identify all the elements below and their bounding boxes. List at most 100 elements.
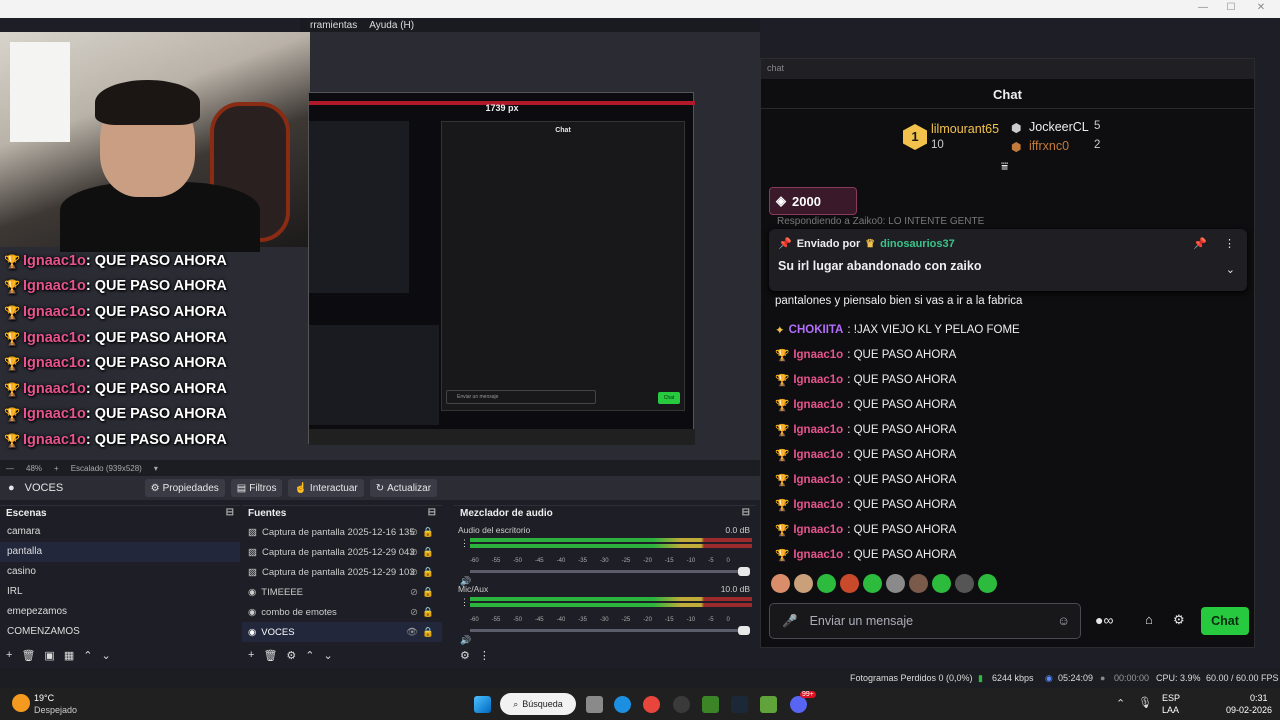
eye-hidden-icon[interactable]: ⊘ bbox=[410, 527, 418, 538]
emote-icon[interactable] bbox=[794, 574, 813, 593]
chat-nick[interactable]: CHOKIITA bbox=[789, 324, 844, 336]
lock-icon[interactable]: 🔒 bbox=[422, 627, 434, 638]
move-down-icon[interactable]: ⌄ bbox=[101, 649, 110, 662]
preview-canvas[interactable]: 1739 px Chat Enviar un mensaje Chat 🏆 Ign… bbox=[0, 32, 760, 460]
eye-hidden-icon[interactable]: ⊘ bbox=[410, 567, 418, 578]
emote-icon[interactable] bbox=[978, 574, 997, 593]
more-icon[interactable]: ⋮ bbox=[1224, 237, 1235, 250]
input-language[interactable]: ESP bbox=[1162, 693, 1180, 703]
chrome-icon[interactable] bbox=[643, 696, 660, 713]
windows-start-icon[interactable] bbox=[474, 696, 491, 713]
gear-icon[interactable]: ⚙ bbox=[1173, 612, 1185, 628]
emote-icon[interactable] bbox=[886, 574, 905, 593]
scene-item[interactable]: emepezamos bbox=[0, 602, 240, 622]
emote-icon[interactable] bbox=[863, 574, 882, 593]
add-icon[interactable]: + bbox=[248, 649, 254, 661]
lock-icon[interactable]: 🔒 bbox=[422, 587, 434, 598]
keyboard-layout[interactable]: LAA bbox=[1162, 705, 1179, 715]
chat-nick[interactable]: Ignaac1o bbox=[793, 424, 843, 436]
chat-nick[interactable]: Ignaac1o bbox=[793, 399, 843, 411]
trash-icon[interactable]: 🗑 bbox=[263, 649, 277, 662]
trash-icon[interactable]: 🗑 bbox=[21, 649, 35, 662]
steam-icon[interactable] bbox=[731, 696, 748, 713]
scene-item[interactable]: COMENZAMOS bbox=[0, 622, 240, 642]
emote-icon[interactable] bbox=[771, 574, 790, 593]
volume-slider[interactable] bbox=[470, 626, 750, 635]
scene-item[interactable]: IRL bbox=[0, 582, 240, 602]
emote-icon[interactable] bbox=[932, 574, 951, 593]
move-up-icon[interactable]: ⌃ bbox=[83, 649, 92, 662]
obs-icon[interactable] bbox=[673, 696, 690, 713]
zoom-in-icon[interactable]: + bbox=[54, 464, 59, 473]
emote-icon[interactable] bbox=[955, 574, 974, 593]
xbox-icon[interactable] bbox=[702, 696, 719, 713]
menu-help[interactable]: Ayuda (H) bbox=[369, 20, 414, 31]
mic-icon[interactable]: 🎤 bbox=[782, 614, 798, 629]
task-view-icon[interactable] bbox=[586, 696, 603, 713]
chat-nick[interactable]: Ignaac1o bbox=[793, 449, 843, 461]
menu-tools[interactable]: rramientas bbox=[310, 20, 357, 31]
chat-nick[interactable]: Ignaac1o bbox=[793, 349, 843, 361]
channel-menu-icon[interactable]: ⋮ bbox=[460, 538, 469, 549]
dock-menu-icon[interactable]: ⊟ bbox=[226, 507, 234, 518]
filters-button[interactable]: ▤ Filtros bbox=[230, 479, 283, 497]
lock-icon[interactable]: 🔒 bbox=[422, 567, 434, 578]
move-down-icon[interactable]: ⌄ bbox=[324, 649, 333, 662]
chat-nick[interactable]: Ignaac1o bbox=[793, 549, 843, 561]
source-item[interactable]: ◉ VOCES 👁 🔒 bbox=[242, 622, 442, 642]
discord-icon[interactable] bbox=[790, 696, 807, 713]
more-icon[interactable]: ⋮ bbox=[479, 649, 490, 662]
properties-button[interactable]: ⚙ Propiedades bbox=[144, 479, 225, 497]
lock-icon[interactable]: 🔒 bbox=[422, 607, 434, 618]
channel-menu-icon[interactable]: ⋮ bbox=[460, 597, 469, 608]
dock-menu-icon[interactable]: ⊟ bbox=[428, 507, 436, 518]
emote-icon[interactable] bbox=[840, 574, 859, 593]
scene-item[interactable]: casino bbox=[0, 562, 240, 582]
emoji-icon[interactable]: ☺ bbox=[1057, 614, 1070, 628]
chat-input[interactable]: 🎤 Enviar un mensaje ☺ bbox=[769, 603, 1081, 639]
mic-icon[interactable]: 🎙 bbox=[1138, 696, 1152, 709]
channel-points-icon[interactable]: ●∞ bbox=[1095, 612, 1113, 628]
store-icon[interactable]: ⌂ bbox=[1145, 612, 1153, 627]
source-item[interactable]: ◉ TIMEEEE ⊘ 🔒 bbox=[242, 582, 442, 602]
source-item[interactable]: ◉ combo de emotes ⊘ 🔒 bbox=[242, 602, 442, 622]
dock-menu-icon[interactable]: ⊟ bbox=[742, 507, 750, 518]
gear-icon[interactable]: ⚙ bbox=[460, 649, 470, 662]
volume-slider[interactable] bbox=[470, 567, 750, 576]
close-icon[interactable]: ✕ bbox=[1246, 2, 1276, 13]
eye-hidden-icon[interactable]: ⊘ bbox=[410, 587, 418, 598]
eye-hidden-icon[interactable]: ⊘ bbox=[410, 607, 418, 618]
expand-icon[interactable]: ⩸ bbox=[1001, 159, 1008, 174]
source-item[interactable]: ▨ Captura de pantalla 2025-12-29 103 ⊘ 🔒 bbox=[242, 562, 442, 582]
scene-item[interactable]: pantalla bbox=[0, 542, 240, 562]
add-icon[interactable]: + bbox=[6, 649, 12, 661]
zoom-out-icon[interactable]: — bbox=[6, 464, 14, 473]
clock-time[interactable]: 0:31 bbox=[1250, 693, 1268, 703]
maximize-icon[interactable]: ☐ bbox=[1216, 2, 1246, 13]
eye-icon[interactable]: 👁 bbox=[406, 627, 418, 638]
source-item[interactable]: ▨ Captura de pantalla 2025-12-16 135 ⊘ 🔒 bbox=[242, 522, 442, 542]
chat-nick[interactable]: Ignaac1o bbox=[793, 374, 843, 386]
send-chat-button[interactable]: Chat bbox=[1201, 607, 1249, 635]
move-up-icon[interactable]: ⌃ bbox=[305, 649, 314, 662]
interact-button[interactable]: ☝ Interactuar bbox=[288, 479, 364, 497]
chat-nick[interactable]: Ignaac1o bbox=[793, 524, 843, 536]
emote-icon[interactable] bbox=[909, 574, 928, 593]
minecraft-icon[interactable] bbox=[760, 696, 777, 713]
minimize-icon[interactable]: — bbox=[1188, 2, 1218, 13]
scene-item[interactable]: camara bbox=[0, 522, 240, 542]
tray-chevron-icon[interactable]: ⌃ bbox=[1116, 697, 1125, 710]
pin-icon[interactable]: 📌 bbox=[1193, 237, 1207, 250]
grid-icon[interactable]: ▦ bbox=[64, 649, 74, 662]
eye-hidden-icon[interactable]: ⊘ bbox=[410, 547, 418, 558]
filter-icon[interactable]: ▣ bbox=[44, 649, 54, 662]
edge-icon[interactable] bbox=[614, 696, 631, 713]
lock-icon[interactable]: 🔒 bbox=[422, 527, 434, 538]
source-item[interactable]: ▨ Captura de pantalla 2025-12-29 043 ⊘ 🔒 bbox=[242, 542, 442, 562]
gear-icon[interactable]: ⚙ bbox=[286, 649, 296, 662]
lock-icon[interactable]: 🔒 bbox=[422, 547, 434, 558]
chevron-down-icon[interactable]: ▾ bbox=[154, 464, 158, 473]
chat-nick[interactable]: Ignaac1o bbox=[793, 499, 843, 511]
refresh-button[interactable]: ↻ Actualizar bbox=[369, 479, 438, 497]
chat-nick[interactable]: Ignaac1o bbox=[793, 474, 843, 486]
